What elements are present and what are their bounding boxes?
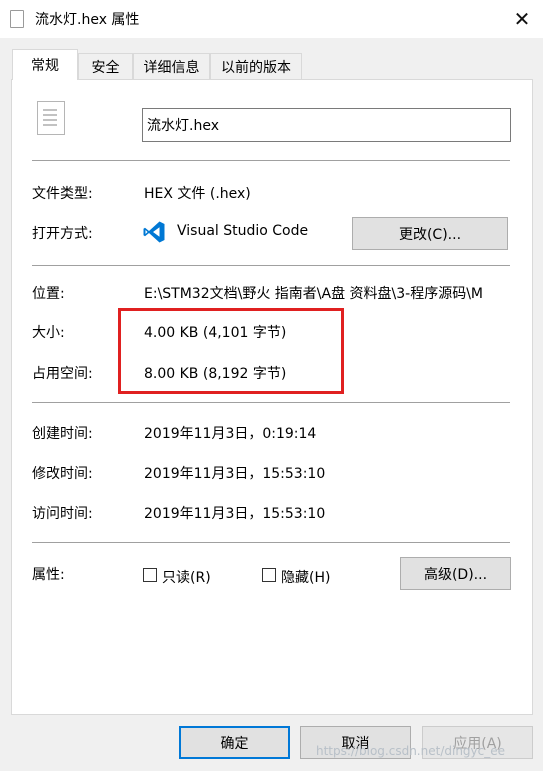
advanced-button[interactable]: 高级(D)...: [400, 557, 511, 590]
document-icon: [37, 101, 65, 135]
readonly-label[interactable]: 只读(R): [162, 567, 211, 587]
open-with-value: Visual Studio Code: [177, 223, 309, 239]
created-label: 创建时间:: [32, 426, 93, 442]
modified-label: 修改时间:: [32, 466, 93, 482]
highlight-box: [118, 308, 344, 394]
change-button[interactable]: 更改(C)...: [352, 217, 508, 250]
location-label: 位置:: [32, 286, 65, 302]
modified-value: 2019年11月3日，15:53:10: [144, 466, 326, 482]
readonly-checkbox[interactable]: [143, 568, 157, 582]
hidden-label[interactable]: 隐藏(H): [281, 567, 330, 587]
close-button[interactable]: ✕: [505, 4, 539, 34]
divider: [32, 542, 510, 543]
created-value: 2019年11月3日，0:19:14: [144, 426, 317, 442]
file-type-value: HEX 文件 (.hex): [144, 186, 251, 202]
ok-button[interactable]: 确定: [179, 726, 290, 759]
divider: [32, 402, 510, 403]
open-with-label: 打开方式:: [32, 226, 93, 242]
size-on-disk-label: 占用空间:: [32, 366, 93, 382]
general-panel: [11, 79, 533, 715]
visual-studio-code-icon: [143, 221, 165, 243]
size-label: 大小:: [32, 325, 65, 341]
hidden-checkbox[interactable]: [262, 568, 276, 582]
location-value: E:\STM32文档\野火 指南者\A盘 资料盘\3-程序源码\M: [144, 286, 483, 302]
file-type-label: 文件类型:: [32, 186, 93, 202]
watermark-text: https://blog.csdn.net/dingyc_ee: [316, 744, 505, 758]
tab-general[interactable]: 常规: [12, 49, 78, 80]
divider: [32, 265, 510, 266]
file-icon-small: [10, 10, 24, 28]
tab-security[interactable]: 安全: [78, 53, 133, 79]
attributes-label: 属性:: [32, 567, 65, 583]
file-name-input[interactable]: [142, 108, 511, 142]
accessed-label: 访问时间:: [32, 506, 93, 522]
window-title: 流水灯.hex 属性: [35, 12, 140, 28]
tab-details[interactable]: 详细信息: [133, 53, 210, 79]
tab-previous-versions[interactable]: 以前的版本: [210, 53, 302, 79]
accessed-value: 2019年11月3日，15:53:10: [144, 506, 326, 522]
divider: [32, 160, 510, 161]
